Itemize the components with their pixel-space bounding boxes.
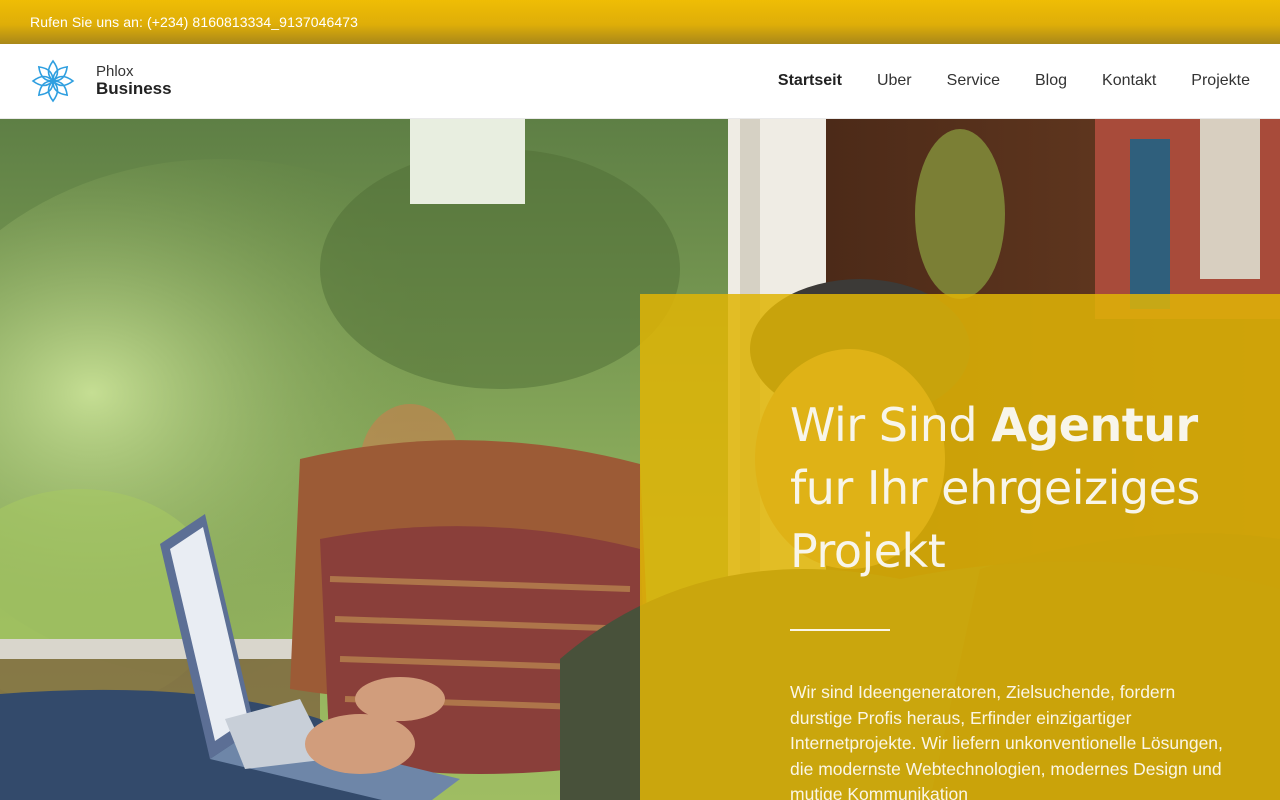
headline-divider [790, 629, 890, 631]
nav-item-uber[interactable]: Uber [877, 72, 912, 90]
site-header: Phlox Business Startseit Uber Service Bl… [0, 44, 1280, 119]
contact-phone-text: Rufen Sie uns an: (+234) 8160813334_9137… [30, 14, 359, 30]
hero-headline: Wir Sind Agentur fur Ihr ehrgeiziges Pro… [790, 394, 1230, 583]
nav-item-startseit[interactable]: Startseit [778, 72, 842, 90]
main-nav: Startseit Uber Service Blog Kontakt Proj… [778, 72, 1250, 90]
logo-line1: Phlox [96, 63, 134, 81]
nav-item-blog[interactable]: Blog [1035, 72, 1067, 90]
top-contact-bar: Rufen Sie uns an: (+234) 8160813334_9137… [0, 0, 1280, 44]
headline-text-2: fur Ihr ehrgeiziges [790, 461, 1200, 515]
headline-text-3: Projekt [790, 524, 946, 578]
headline-text-1: Wir Sind [790, 398, 992, 452]
logo[interactable]: Phlox Business [30, 59, 172, 103]
hero-section: Wir Sind Agentur fur Ihr ehrgeiziges Pro… [0, 119, 1280, 800]
hero-overlay-panel: Wir Sind Agentur fur Ihr ehrgeiziges Pro… [640, 294, 1280, 800]
nav-item-projekte[interactable]: Projekte [1191, 72, 1250, 90]
flower-icon [31, 59, 75, 103]
logo-text: Phlox Business [96, 64, 172, 98]
nav-item-kontakt[interactable]: Kontakt [1102, 72, 1156, 90]
hero-paragraph: Wir sind Ideengeneratoren, Zielsuchende,… [790, 682, 1223, 800]
headline-bold-text: Agentur [991, 398, 1198, 452]
logo-line2: Business [96, 78, 172, 98]
nav-item-service[interactable]: Service [947, 72, 1000, 90]
